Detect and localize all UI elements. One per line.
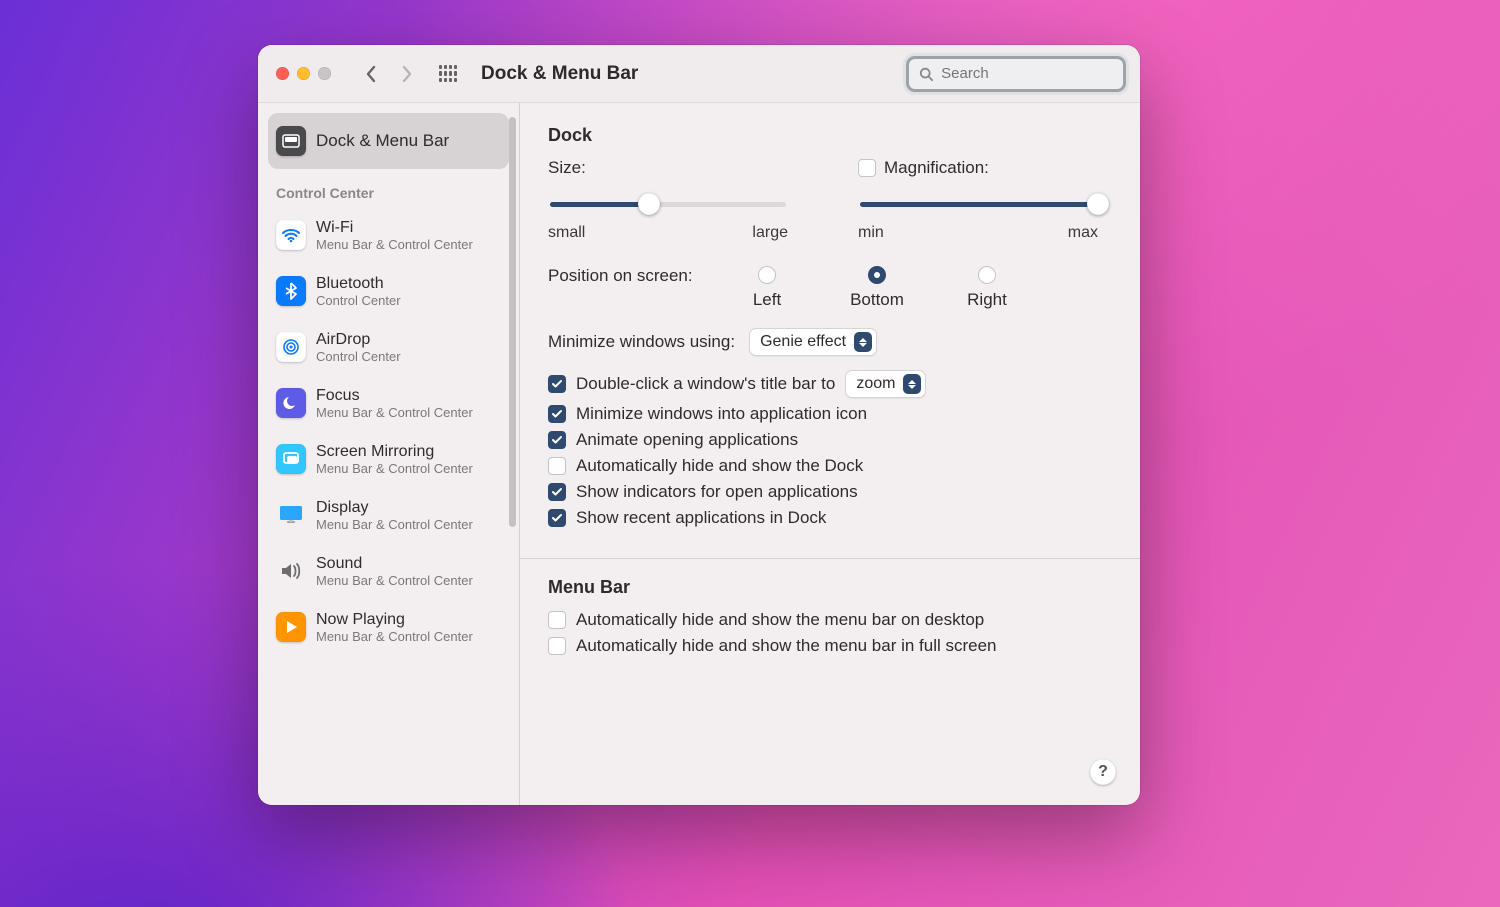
sound-icon (276, 556, 306, 586)
sidebar-item-label: Display (316, 498, 473, 517)
sidebar-item-sound[interactable]: SoundMenu Bar & Control Center (268, 543, 509, 599)
sidebar-item-label: AirDrop (316, 330, 401, 349)
sidebar-section-label: Control Center (268, 169, 509, 207)
preferences-window: Dock & Menu Bar Dock & Menu Bar Control … (258, 45, 1140, 805)
size-min-label: small (548, 224, 585, 242)
bluetooth-icon (276, 276, 306, 306)
mirror-icon (276, 444, 306, 474)
sidebar-item-sublabel: Menu Bar & Control Center (316, 461, 473, 477)
sidebar-item-focus[interactable]: FocusMenu Bar & Control Center (268, 375, 509, 431)
dock-menubar-icon (276, 126, 306, 156)
sidebar-item-label: Now Playing (316, 610, 473, 629)
search-input[interactable] (941, 65, 1113, 82)
size-max-label: large (752, 224, 788, 242)
double-click-value: zoom (856, 375, 895, 393)
position-radio-label: Bottom (850, 290, 904, 310)
window-controls (276, 67, 331, 80)
position-radio-bottom[interactable] (868, 266, 886, 284)
maximize-button (318, 67, 331, 80)
double-click-checkbox[interactable] (548, 375, 566, 393)
search-icon (919, 66, 933, 82)
help-button[interactable]: ? (1090, 759, 1116, 785)
search-field[interactable] (906, 56, 1126, 92)
position-label: Position on screen: (548, 266, 708, 286)
sidebar-item-sublabel: Control Center (316, 349, 401, 365)
sidebar-item-wi-fi[interactable]: Wi-FiMenu Bar & Control Center (268, 207, 509, 263)
magnification-min-label: min (858, 224, 884, 242)
close-button[interactable] (276, 67, 289, 80)
content-pane: Dock Size: small large (520, 103, 1140, 805)
dock-option-checkbox-3[interactable] (548, 483, 566, 501)
show-all-icon[interactable] (439, 65, 457, 83)
magnification-checkbox[interactable] (858, 159, 876, 177)
sidebar-item-label: Wi-Fi (316, 218, 473, 237)
menubar-option-label-1: Automatically hide and show the menu bar… (576, 636, 997, 656)
sidebar-scrollbar[interactable] (509, 117, 516, 527)
dock-option-checkbox-0[interactable] (548, 405, 566, 423)
menubar-section-title: Menu Bar (548, 577, 1112, 598)
titlebar: Dock & Menu Bar (258, 45, 1140, 103)
sidebar-item-now-playing[interactable]: Now PlayingMenu Bar & Control Center (268, 599, 509, 655)
position-radio-right[interactable] (978, 266, 996, 284)
minimize-button[interactable] (297, 67, 310, 80)
position-radio-label: Left (753, 290, 781, 310)
minimize-using-label: Minimize windows using: (548, 332, 735, 352)
dock-option-checkbox-1[interactable] (548, 431, 566, 449)
sidebar-item-sublabel: Menu Bar & Control Center (316, 517, 473, 533)
magnification-max-label: max (1068, 224, 1098, 242)
magnification-slider[interactable] (858, 194, 1098, 214)
sidebar-item-label: Bluetooth (316, 274, 401, 293)
dock-option-label-0: Minimize windows into application icon (576, 404, 867, 424)
dock-option-label-1: Animate opening applications (576, 430, 798, 450)
position-radio-label: Right (967, 290, 1007, 310)
sidebar-item-airdrop[interactable]: AirDropControl Center (268, 319, 509, 375)
updown-icon (854, 332, 872, 352)
size-label: Size: (548, 158, 586, 178)
sidebar-item-screen-mirroring[interactable]: Screen MirroringMenu Bar & Control Cente… (268, 431, 509, 487)
minimize-using-value: Genie effect (760, 333, 846, 351)
dock-option-label-2: Automatically hide and show the Dock (576, 456, 863, 476)
dock-option-label-3: Show indicators for open applications (576, 482, 858, 502)
magnification-label: Magnification: (884, 158, 989, 178)
dock-section-title: Dock (548, 125, 1112, 146)
sidebar-item-sublabel: Menu Bar & Control Center (316, 405, 473, 421)
sidebar-item-sublabel: Control Center (316, 293, 401, 309)
sidebar-item-label: Focus (316, 386, 473, 405)
wifi-icon (276, 220, 306, 250)
dock-option-checkbox-2[interactable] (548, 457, 566, 475)
help-glyph: ? (1098, 763, 1108, 781)
minimize-using-select[interactable]: Genie effect (749, 328, 877, 356)
double-click-label: Double-click a window's title bar to (576, 374, 835, 394)
display-icon (276, 500, 306, 530)
sidebar-item-display[interactable]: DisplayMenu Bar & Control Center (268, 487, 509, 543)
position-radio-left[interactable] (758, 266, 776, 284)
focus-icon (276, 388, 306, 418)
sidebar-item-label: Dock & Menu Bar (316, 131, 449, 151)
sidebar-item-label: Screen Mirroring (316, 442, 473, 461)
back-button[interactable] (357, 60, 385, 88)
dock-option-label-4: Show recent applications in Dock (576, 508, 826, 528)
double-click-select[interactable]: zoom (845, 370, 926, 398)
sidebar-item-sublabel: Menu Bar & Control Center (316, 237, 473, 253)
window-title: Dock & Menu Bar (481, 63, 638, 85)
airdrop-icon (276, 332, 306, 362)
play-icon (276, 612, 306, 642)
sidebar-item-dock-menubar[interactable]: Dock & Menu Bar (268, 113, 509, 169)
size-slider[interactable] (548, 194, 788, 214)
dock-option-checkbox-4[interactable] (548, 509, 566, 527)
sidebar: Dock & Menu Bar Control Center Wi-FiMenu… (258, 103, 520, 805)
sidebar-item-sublabel: Menu Bar & Control Center (316, 573, 473, 589)
section-divider (520, 558, 1140, 559)
forward-button[interactable] (393, 60, 421, 88)
sidebar-item-bluetooth[interactable]: BluetoothControl Center (268, 263, 509, 319)
menubar-option-checkbox-1[interactable] (548, 637, 566, 655)
menubar-option-label-0: Automatically hide and show the menu bar… (576, 610, 984, 630)
sidebar-item-label: Sound (316, 554, 473, 573)
menubar-option-checkbox-0[interactable] (548, 611, 566, 629)
updown-icon (903, 374, 921, 394)
sidebar-item-sublabel: Menu Bar & Control Center (316, 629, 473, 645)
